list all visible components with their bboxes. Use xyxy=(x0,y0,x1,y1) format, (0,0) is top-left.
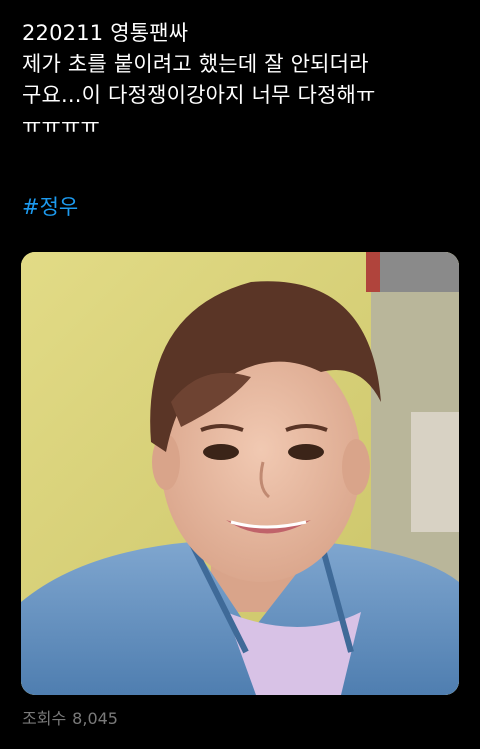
tweet-line-body-3: ㅠㅠㅠㅠ xyxy=(22,114,101,138)
view-count: 조회수 8,045 xyxy=(22,708,118,730)
hashtag-link[interactable]: #정우 xyxy=(22,192,78,223)
photo-illustration xyxy=(21,252,459,695)
tweet-line-date: 220211 영통팬싸 xyxy=(22,21,189,45)
tweet-media-photo[interactable] xyxy=(21,252,459,695)
tweet-text: 220211 영통팬싸 제가 초를 붙이려고 했는데 잘 안되더라 구요...이… xyxy=(22,18,462,142)
tweet-line-body-2: 구요...이 다정쟁이강아지 너무 다정해ㅠ xyxy=(22,83,376,107)
tweet-line-body-1: 제가 초를 붙이려고 했는데 잘 안되더라 xyxy=(22,52,369,76)
views-count: 8,045 xyxy=(72,709,118,728)
views-label: 조회수 xyxy=(22,709,67,728)
